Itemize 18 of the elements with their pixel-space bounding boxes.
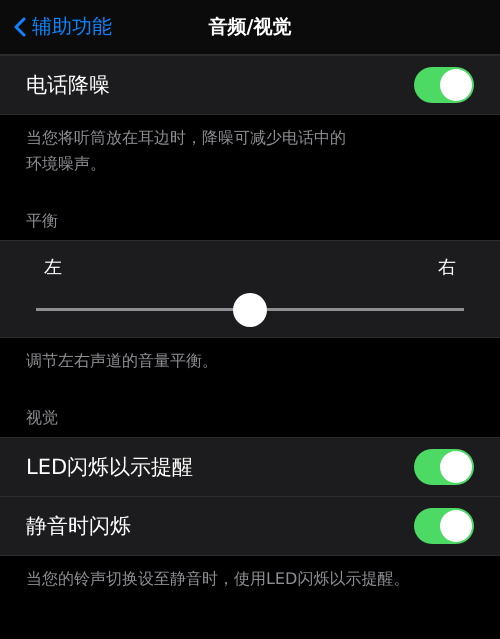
toggle-switch[interactable] — [414, 508, 474, 544]
footer-note: 当您将听筒放在耳边时，降噪可减少电话中的环境噪声。 — [25, 127, 347, 175]
chevron-left-icon — [14, 16, 26, 36]
section-header: 平衡 — [25, 210, 59, 232]
footer-note: 调节左右声道的音量平衡。 — [25, 350, 219, 372]
toggle-switch[interactable] — [414, 449, 474, 485]
back-button[interactable]: 辅助功能 — [14, 13, 112, 40]
left-label: 左 — [44, 256, 62, 279]
setting-label: 电话降噪 — [26, 72, 110, 99]
balance-slider[interactable] — [36, 293, 464, 327]
slider-thumb[interactable] — [233, 293, 267, 327]
page-title: 音频/视觉 — [208, 15, 292, 40]
footer-note: 当您的铃声切换设至静音时，使用LED闪烁以示提醒。 — [25, 568, 410, 590]
section-header: 视觉 — [25, 407, 59, 429]
right-label: 右 — [438, 256, 456, 279]
setting-label: LED闪烁以示提醒 — [26, 454, 194, 481]
toggle-switch[interactable] — [414, 67, 474, 103]
setting-label: 静音时闪烁 — [26, 513, 131, 540]
